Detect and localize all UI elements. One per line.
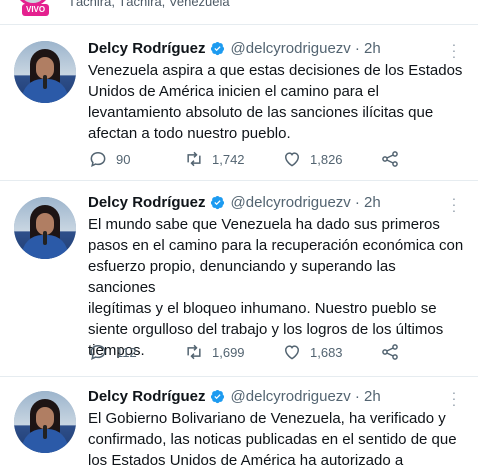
live-badge: VIVO	[22, 4, 50, 16]
tweet-time[interactable]: · 2h	[355, 388, 381, 405]
like-button[interactable]: 1,683	[282, 342, 343, 362]
author-name[interactable]: Delcy Rodríguez	[88, 388, 206, 405]
reply-icon	[90, 344, 106, 361]
avatar[interactable]	[14, 41, 76, 103]
tweet-header: Delcy Rodríguez @delcyrodriguezv · 2h	[88, 192, 381, 212]
more-options-icon[interactable]: · · ·	[450, 385, 458, 411]
tweet-3[interactable]: Delcy Rodríguez @delcyrodriguezv · 2h · ·…	[0, 376, 478, 471]
verified-icon	[210, 195, 224, 209]
verified-icon	[210, 389, 224, 403]
tweet-header: Delcy Rodríguez @delcyrodriguezv · 2h	[88, 386, 381, 406]
tweet-time[interactable]: · 2h	[355, 40, 381, 57]
like-count: 1,826	[310, 151, 343, 167]
retweet-icon	[187, 344, 201, 360]
tweet-time[interactable]: · 2h	[355, 194, 381, 211]
reply-count: 90	[116, 151, 131, 167]
author-handle[interactable]: @delcyrodriguezv	[231, 40, 351, 57]
share-icon	[382, 151, 398, 167]
share-icon	[382, 344, 398, 360]
tweet-text: El Gobierno Bolivariano de Venezuela, ha…	[88, 410, 457, 469]
verified-icon	[210, 41, 224, 55]
reply-icon	[90, 151, 106, 168]
more-options-icon[interactable]: · · ·	[450, 37, 458, 63]
reply-button[interactable]: 112	[88, 342, 137, 362]
tweet-actions: 90 1,742 1,826	[88, 149, 418, 169]
retweet-count: 1,699	[212, 344, 245, 360]
retweet-count: 1,742	[212, 151, 245, 167]
author-handle[interactable]: @delcyrodriguezv	[231, 388, 351, 405]
more-options-icon[interactable]: · · ·	[450, 191, 458, 217]
tweet-text: El mundo sabe que Venezuela ha dado sus …	[88, 216, 464, 359]
retweet-icon	[187, 151, 201, 167]
author-name[interactable]: Delcy Rodríguez	[88, 194, 206, 211]
live-header: VIVO Táchira, Táchira, Venezuela	[0, 0, 478, 20]
tweet-2[interactable]: Delcy Rodríguez @delcyrodriguezv · 2h · ·…	[0, 180, 478, 377]
avatar[interactable]	[14, 391, 76, 453]
retweet-button[interactable]: 1,742	[184, 149, 245, 169]
tweet-1[interactable]: Delcy Rodríguez @delcyrodriguezv · 2h · ·…	[0, 24, 478, 181]
share-button[interactable]	[380, 149, 400, 169]
heart-icon	[284, 152, 300, 167]
avatar[interactable]	[14, 197, 76, 259]
tweet-actions: 112 1,699 1,683	[88, 342, 418, 362]
like-button[interactable]: 1,826	[282, 149, 343, 169]
reply-count: 112	[116, 344, 137, 360]
like-count: 1,683	[310, 344, 343, 360]
share-button[interactable]	[380, 342, 400, 362]
reply-button[interactable]: 90	[88, 149, 130, 169]
author-handle[interactable]: @delcyrodriguezv	[231, 194, 351, 211]
location-text: Táchira, Táchira, Venezuela	[68, 0, 230, 9]
tweet-header: Delcy Rodríguez @delcyrodriguezv · 2h	[88, 38, 381, 58]
retweet-button[interactable]: 1,699	[184, 342, 245, 362]
heart-icon	[284, 345, 300, 360]
author-name[interactable]: Delcy Rodríguez	[88, 40, 206, 57]
tweet-text: Venezuela aspira a que estas decisiones …	[88, 62, 463, 142]
